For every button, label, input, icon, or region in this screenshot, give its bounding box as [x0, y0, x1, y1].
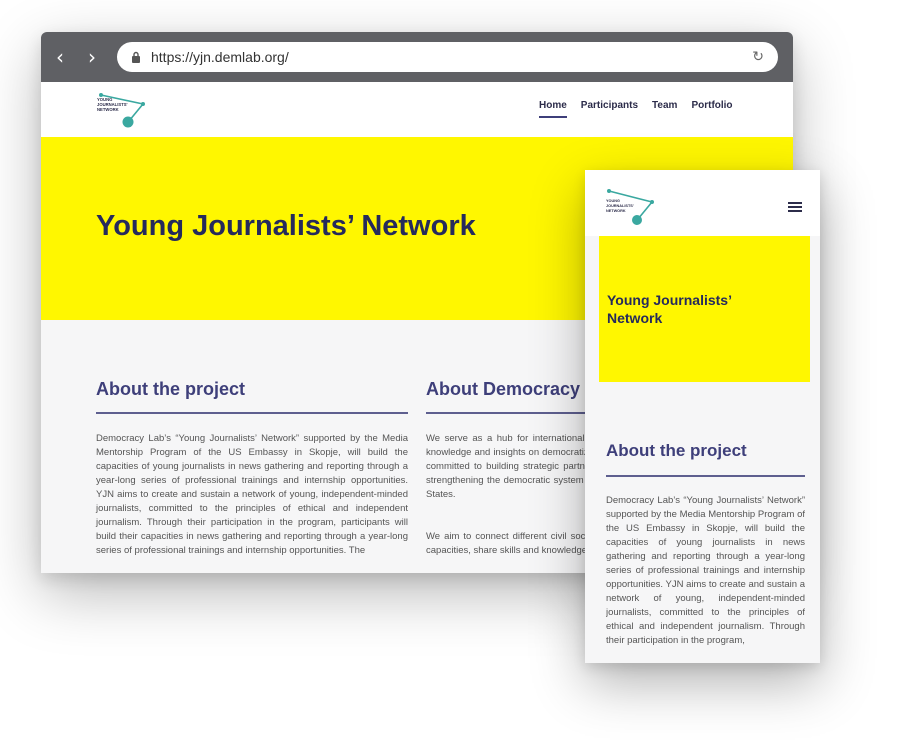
address-bar[interactable]: https://yjn.demlab.org/ ↻	[117, 42, 778, 72]
nav-team[interactable]: Team	[652, 100, 677, 118]
about-project-title: About the project	[96, 379, 245, 399]
about-project-text: Democracy Lab’s “Young Journalists’ Netw…	[96, 433, 408, 556]
mobile-logo-text-line2: JOURNALISTS'	[606, 204, 634, 208]
mobile-view: YOUNG JOURNALISTS' NETWORK Young Journal…	[585, 170, 820, 663]
mobile-header: YOUNG JOURNALISTS' NETWORK	[585, 170, 820, 236]
nav-home[interactable]: Home	[539, 100, 567, 118]
forward-icon[interactable]: ›	[81, 46, 103, 68]
mobile-logo-text-line1: YOUNG	[606, 199, 620, 203]
site-logo[interactable]: YOUNG JOURNALISTS' NETWORK	[95, 90, 159, 130]
back-icon[interactable]: ‹	[49, 46, 71, 68]
mobile-hero-banner: Young Journalists’ Network	[599, 236, 810, 382]
mobile-logo-text-line3: NETWORK	[606, 209, 626, 213]
mobile-about-title: About the project	[606, 441, 747, 460]
logo-text-line3: NETWORK	[97, 107, 119, 112]
main-nav: Home Participants Team Portfolio	[539, 100, 733, 118]
nav-participants[interactable]: Participants	[581, 100, 638, 118]
url-text: https://yjn.demlab.org/	[151, 49, 289, 65]
hamburger-menu-icon[interactable]	[788, 202, 802, 213]
nav-portfolio[interactable]: Portfolio	[691, 100, 732, 118]
browser-toolbar: ‹ › https://yjn.demlab.org/ ↻	[41, 32, 793, 82]
mobile-about-divider	[606, 475, 805, 477]
mobile-hero-title: Young Journalists’ Network	[607, 292, 732, 326]
site-header: YOUNG JOURNALISTS' NETWORK Home Particip…	[41, 82, 793, 137]
reload-icon[interactable]: ↻	[752, 48, 764, 66]
about-project-divider	[96, 412, 408, 414]
hero-title: Young Journalists’ Network	[96, 210, 476, 242]
lock-icon	[132, 51, 140, 63]
mobile-site-logo[interactable]: YOUNG JOURNALISTS' NETWORK	[605, 186, 659, 226]
mobile-about-text: Democracy Lab’s “Young Journalists’ Netw…	[606, 495, 805, 646]
